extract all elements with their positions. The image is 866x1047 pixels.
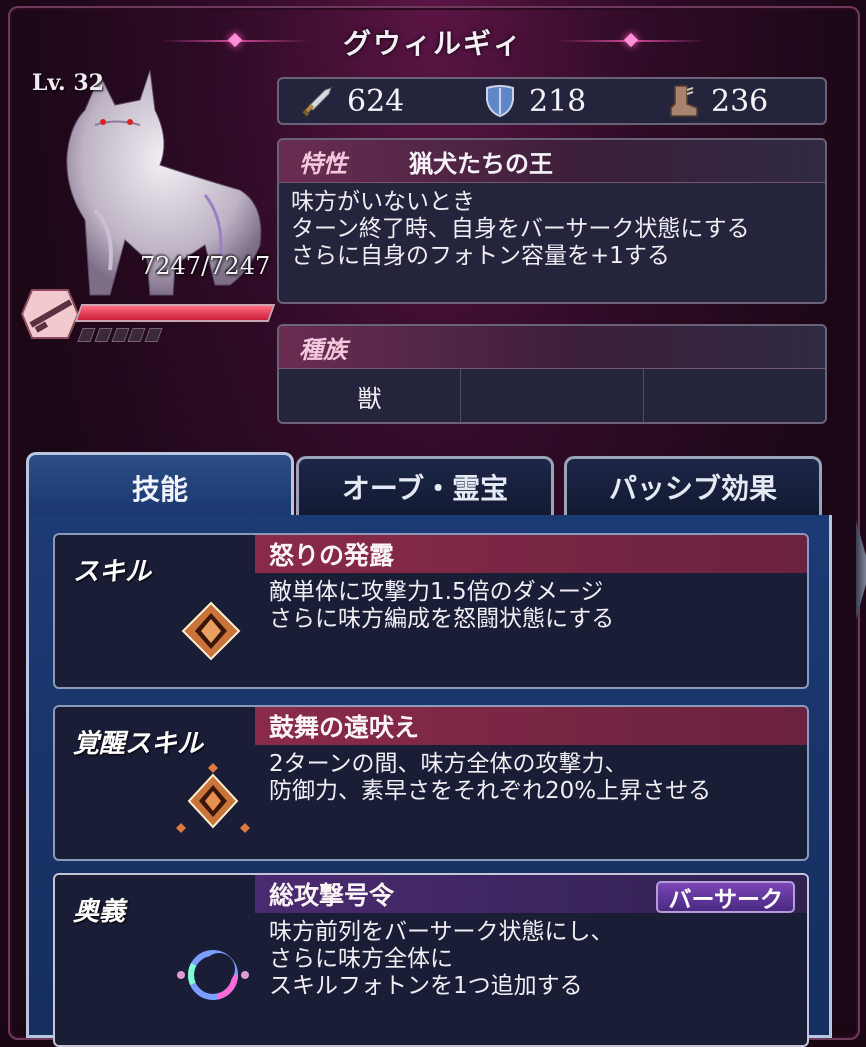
weapon-type-icon [20,289,80,339]
race-cell [461,369,644,422]
skill-card[interactable]: スキル 怒りの発露 敵単体に攻撃力1.5倍のダメージ さらに味方編成を怒闘状態に… [53,533,809,689]
skill-line: さらに味方編成を怒闘状態にする [269,606,615,632]
race-header: 種族 [279,326,825,369]
skill-name: 鼓舞の遠吠え [255,707,807,745]
stats-panel: 624 218 236 [277,77,827,125]
race-cell: 獣 [279,369,462,422]
speed-stat: 236 [665,84,825,119]
attack-stat: 624 [301,84,461,119]
trait-description: 味方がいないとき ターン終了時、自身をバーサーク状態にする さらに自身のフォトン… [279,183,825,276]
race-panel: 種族 獣 [277,324,827,424]
skill-name: 怒りの発露 [255,535,807,573]
trait-label: 特性 [299,148,347,178]
skill-description: 味方前列をバーサーク状態にし、 さらに味方全体に スキルフォトンを1つ追加する [269,919,797,1000]
boot-icon [670,85,698,117]
break-gauge [77,328,163,342]
awakening-gem-icon [176,763,250,833]
ultimate-orb-icon [177,950,249,1000]
trait-line: さらに自身のフォトン容量を+1する [291,243,670,269]
skill-gem-icon [181,601,241,661]
trait-header: 特性 猟犬たちの王 [279,140,825,183]
title-bar: グウィルギィ [160,22,706,62]
attack-value: 624 [347,83,405,119]
level-label: Lv. 32 [32,70,104,96]
speed-value: 236 [711,83,769,119]
skill-type: 奥義 [73,897,126,927]
awakening-skill-card[interactable]: 覚醒スキル 鼓舞の遠吠え 2ターンの間、味方全体の攻撃力、 防御力、素早さをそれ… [53,705,809,861]
trait-panel: 特性 猟犬たちの王 味方がいないとき ターン終了時、自身をバーサーク状態にする … [277,138,827,304]
trait-line: ターン終了時、自身をバーサーク状態にする [291,216,750,242]
skill-line: 敵単体に攻撃力1.5倍のダメージ [269,579,604,605]
skill-line: さらに味方全体に [269,946,453,972]
berserk-badge: バーサーク [656,881,795,913]
detail-tabs: 技能 オーブ・霊宝 パッシブ効果 [26,452,826,521]
skill-line: 2ターンの間、味方全体の攻撃力、 [269,751,628,777]
trait-name: 猟犬たちの王 [409,149,553,178]
skill-line: スキルフォトンを1つ追加する [269,973,583,999]
skill-description: 敵単体に攻撃力1.5倍のダメージ さらに味方編成を怒闘状態にする [269,579,797,633]
skill-line: 防御力、素早さをそれぞれ20%上昇させる [269,778,712,804]
skill-type: 覚醒スキル [73,729,204,759]
defense-stat: 218 [483,84,643,119]
tab-passive[interactable]: パッシブ効果 [564,456,822,515]
hp-bar [74,304,276,322]
race-label: 種族 [299,334,347,364]
shield-icon [486,85,514,118]
race-cell [644,369,825,422]
defense-value: 218 [529,83,587,119]
skill-type: スキル [73,557,152,587]
hp-value: 7247/7247 [140,252,271,280]
skill-line: 味方前列をバーサーク状態にし、 [269,919,614,945]
tab-orbs[interactable]: オーブ・霊宝 [296,456,554,515]
character-name: グウィルギィ [342,27,523,60]
skills-content: スキル 怒りの発露 敵単体に攻撃力1.5倍のダメージ さらに味方編成を怒闘状態に… [26,515,832,1047]
trait-line: 味方がいないとき [291,189,475,215]
ultimate-card[interactable]: 奥義 総攻撃号令 バーサーク 味方前列をバーサーク状態にし、 さらに味方全体に … [53,873,809,1047]
tab-skills[interactable]: 技能 [26,452,294,521]
race-values: 獣 [279,369,825,422]
skill-description: 2ターンの間、味方全体の攻撃力、 防御力、素早さをそれぞれ20%上昇させる [269,751,797,805]
sword-icon [302,87,332,117]
